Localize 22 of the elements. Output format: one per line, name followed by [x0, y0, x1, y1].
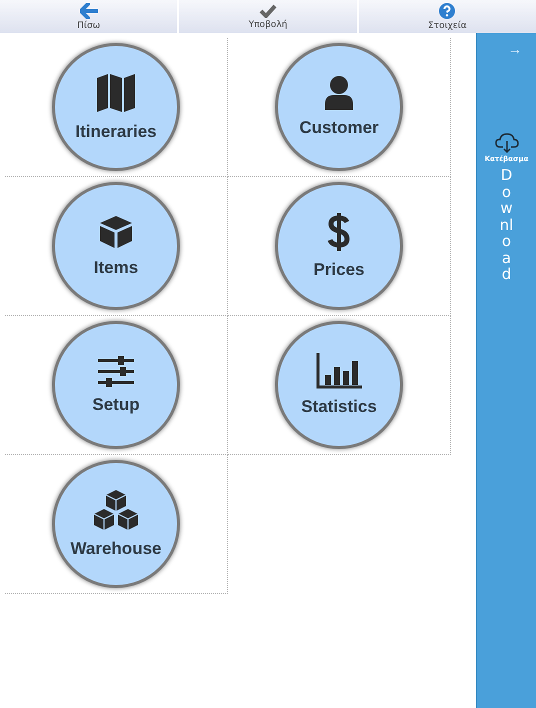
- vertical-download-text: Download: [499, 167, 514, 282]
- back-button[interactable]: Πίσω: [0, 0, 180, 33]
- menu-tile-button[interactable]: Customer: [275, 43, 403, 171]
- back-arrow-icon: [80, 2, 98, 18]
- sliders-icon: [98, 355, 134, 387]
- checkmark-icon: [258, 4, 277, 18]
- cloud-download-icon: [494, 133, 518, 153]
- submit-button[interactable]: Υποβολή: [179, 0, 359, 33]
- dollar-icon: [327, 212, 351, 252]
- menu-tile-button[interactable]: Items: [52, 182, 180, 310]
- boxes-icon: [93, 489, 139, 531]
- menu-tile-button[interactable]: Statistics: [275, 321, 403, 449]
- bar-chart-icon: [316, 353, 362, 389]
- menu-tile-button[interactable]: Warehouse: [52, 460, 180, 588]
- cube-icon: [98, 214, 134, 250]
- map-icon: [95, 72, 137, 114]
- person-icon: [324, 76, 354, 110]
- help-icon: [439, 2, 456, 18]
- info-button[interactable]: Στοιχεία: [358, 0, 536, 33]
- menu-tile-button[interactable]: Itineraries: [52, 43, 180, 171]
- menu-tile-button[interactable]: Setup: [52, 321, 180, 449]
- menu-tile-button[interactable]: Prices: [275, 182, 403, 310]
